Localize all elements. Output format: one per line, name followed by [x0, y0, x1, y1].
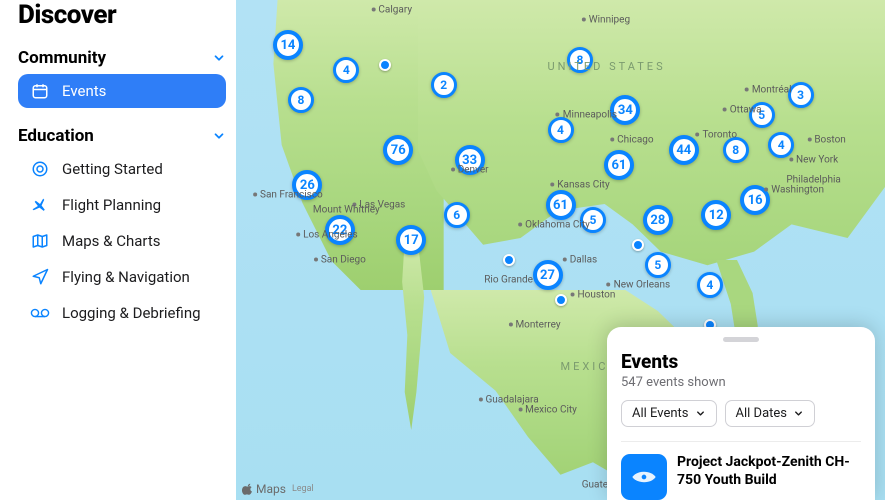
airplane-icon: [30, 195, 50, 215]
nav-label: Maps & Charts: [62, 232, 160, 250]
nav-item-events[interactable]: Events: [18, 74, 226, 108]
drag-handle[interactable]: [723, 337, 759, 342]
map-city-label: Rio Grande: [484, 275, 533, 286]
map-cluster[interactable]: 26: [292, 170, 322, 200]
page-title: Discover: [18, 0, 226, 30]
section-label: Community: [18, 48, 106, 68]
filter-event-type[interactable]: All Events: [621, 400, 717, 427]
reel-icon: [30, 303, 50, 323]
map-cluster[interactable]: 12: [701, 200, 731, 230]
map-attribution: Maps Legal: [242, 482, 314, 496]
map-legal-link[interactable]: Legal: [292, 484, 314, 494]
nav-item-maps-charts[interactable]: Maps & Charts: [18, 224, 226, 258]
map-cluster[interactable]: 4: [768, 132, 794, 158]
nav-item-flight-planning[interactable]: Flight Planning: [18, 188, 226, 222]
map-cluster[interactable]: 8: [288, 87, 314, 113]
section-label: Education: [18, 126, 94, 146]
calendar-icon: [30, 81, 50, 101]
section-header-community[interactable]: Community: [18, 48, 226, 68]
nav-label: Flying & Navigation: [62, 268, 190, 286]
map-event-pin[interactable]: [632, 239, 644, 251]
panel-subtitle: 547 events shown: [621, 375, 861, 390]
chip-label: All Events: [632, 406, 689, 421]
nav-item-flying-navigation[interactable]: Flying & Navigation: [18, 260, 226, 294]
map-cluster[interactable]: 8: [723, 137, 749, 163]
nav-item-getting-started[interactable]: Getting Started: [18, 152, 226, 186]
nav-item-logging-debriefing[interactable]: Logging & Debriefing: [18, 296, 226, 330]
chevron-down-icon: [695, 408, 706, 419]
nav-label: Flight Planning: [62, 196, 161, 214]
filter-dates[interactable]: All Dates: [725, 400, 816, 427]
map-cluster[interactable]: 4: [333, 57, 359, 83]
map-cluster[interactable]: 14: [273, 30, 303, 60]
apple-icon: [242, 483, 254, 495]
chevron-down-icon: [793, 408, 804, 419]
map-cluster[interactable]: 22: [325, 215, 355, 245]
chevron-down-icon: [212, 51, 226, 65]
map-cluster[interactable]: 4: [697, 272, 723, 298]
map-cluster[interactable]: 76: [383, 135, 413, 165]
sidebar: Discover Community Events Education: [0, 0, 236, 500]
map-cluster[interactable]: 34: [610, 95, 640, 125]
nav-arrow-icon: [30, 267, 50, 287]
map-land: [418, 0, 885, 340]
map-cluster[interactable]: 5: [580, 207, 606, 233]
bullseye-icon: [30, 159, 50, 179]
section-header-education[interactable]: Education: [18, 126, 226, 146]
map-cluster[interactable]: 27: [533, 260, 563, 290]
panel-filters: All Events All Dates: [621, 400, 861, 427]
chevron-down-icon: [212, 129, 226, 143]
map-cluster[interactable]: 3: [788, 82, 814, 108]
event-card[interactable]: Project Jackpot-Zenith CH-750 Youth Buil…: [621, 441, 861, 500]
event-thumbnail: [621, 454, 667, 500]
chip-label: All Dates: [736, 406, 788, 421]
map-cluster[interactable]: 6: [444, 202, 470, 228]
map-cluster[interactable]: 61: [604, 150, 634, 180]
nav-label: Logging & Debriefing: [62, 304, 201, 322]
nav-label: Events: [62, 82, 106, 100]
map-area[interactable]: 1448283447633446184532622176615281216527…: [236, 0, 885, 500]
panel-title: Events: [621, 350, 861, 373]
map-cluster[interactable]: 4: [548, 117, 574, 143]
map-cluster[interactable]: 2: [431, 72, 457, 98]
map-city-label: New Orleans: [607, 280, 671, 291]
nav-list-education: Getting Started Flight Planning Maps & C…: [18, 152, 226, 330]
event-title: Project Jackpot-Zenith CH-750 Youth Buil…: [677, 454, 861, 489]
map-cluster[interactable]: 61: [546, 190, 576, 220]
map-event-pin[interactable]: [379, 59, 391, 71]
map-cluster[interactable]: 16: [740, 185, 770, 215]
map-cluster[interactable]: 44: [669, 135, 699, 165]
nav-label: Getting Started: [62, 160, 163, 178]
map-event-pin[interactable]: [503, 254, 515, 266]
map-cluster[interactable]: 17: [396, 225, 426, 255]
map-event-pin[interactable]: [555, 294, 567, 306]
map-cluster[interactable]: 8: [567, 47, 593, 73]
map-fold-icon: [30, 231, 50, 251]
map-cluster[interactable]: 5: [645, 252, 671, 278]
map-cluster[interactable]: 28: [643, 205, 673, 235]
nav-list-community: Events: [18, 74, 226, 108]
map-cluster[interactable]: 33: [455, 145, 485, 175]
events-panel[interactable]: Events 547 events shown All Events All D…: [607, 327, 875, 500]
map-city-label: Dallas: [563, 255, 597, 266]
map-cluster[interactable]: 5: [749, 102, 775, 128]
